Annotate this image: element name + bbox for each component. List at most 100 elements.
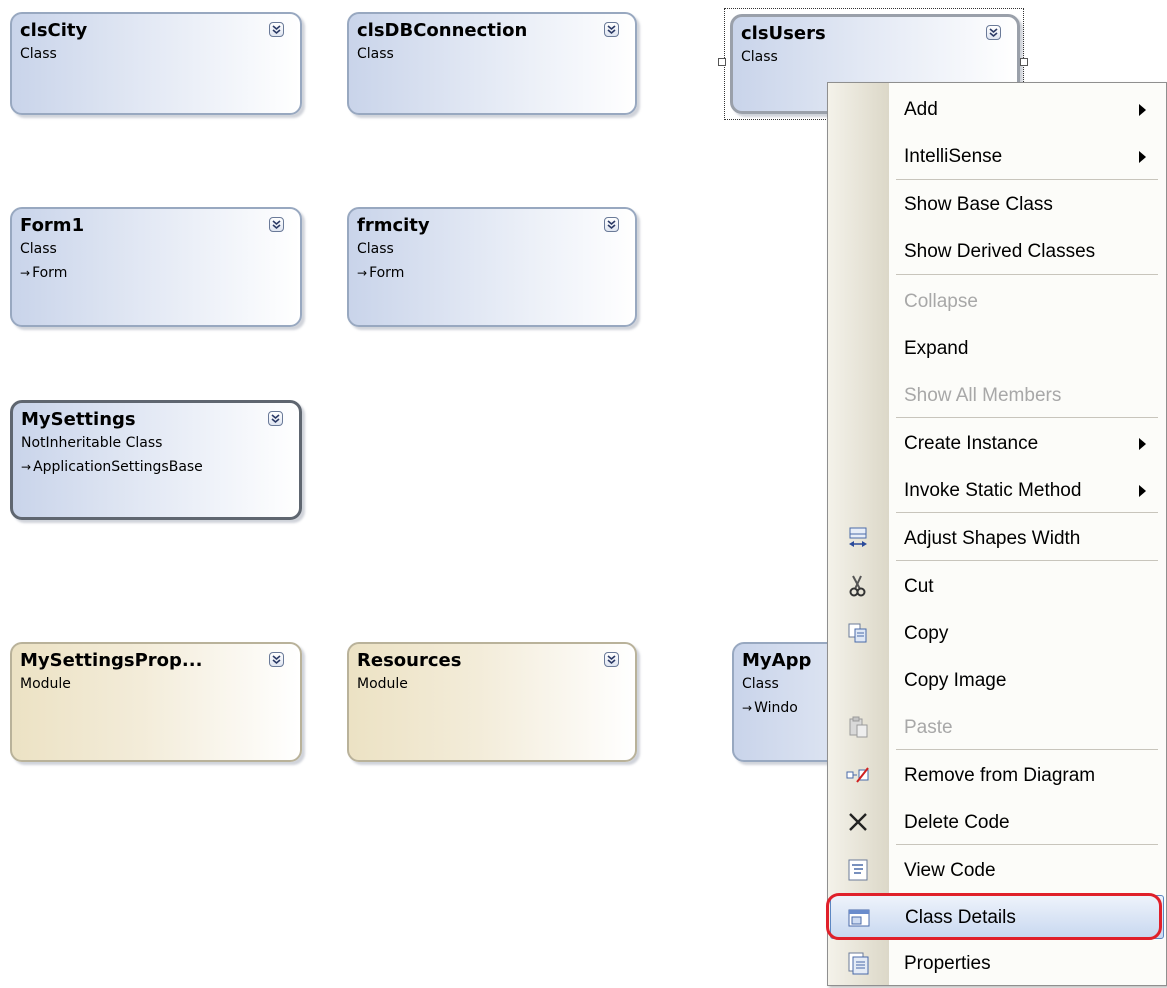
menu-item-label: Remove from Diagram: [904, 765, 1096, 786]
expand-chevron-icon[interactable]: [268, 411, 283, 426]
properties-icon: [846, 951, 870, 975]
menu-item-label: Adjust Shapes Width: [904, 528, 1081, 549]
class-diagram-canvas[interactable]: clsCity Class clsDBConnection Class clsU…: [0, 0, 1167, 988]
menu-item-label: Properties: [904, 953, 991, 974]
menu-separator: [896, 560, 1158, 561]
class-shape-frmcity[interactable]: frmcity Class → Form: [347, 207, 637, 327]
expand-chevron-icon[interactable]: [604, 217, 619, 232]
menu-item-remove-from-diagram[interactable]: Remove from Diagram: [828, 753, 1166, 797]
scissors-icon: [846, 574, 870, 598]
menu-item-intellisense[interactable]: IntelliSense: [828, 134, 1166, 178]
shape-name: MyApp: [742, 650, 812, 671]
expand-chevron-icon[interactable]: [269, 22, 284, 37]
menu-item-cut[interactable]: Cut: [828, 564, 1166, 608]
resize-handle-left[interactable]: [718, 58, 726, 66]
menu-item-paste[interactable]: Paste: [828, 705, 1166, 749]
menu-item-label: Copy Image: [904, 670, 1007, 691]
menu-item-create-instance[interactable]: Create Instance: [828, 421, 1166, 465]
delete-x-icon: [846, 810, 870, 834]
menu-item-add[interactable]: Add: [828, 87, 1166, 131]
class-details-highlight-ring: [826, 893, 1162, 940]
shape-name: clsCity: [20, 20, 88, 41]
inherits-arrow-icon: →: [357, 266, 368, 280]
menu-item-label: Add: [904, 99, 938, 120]
menu-separator: [896, 417, 1158, 418]
expand-chevron-icon[interactable]: [604, 22, 619, 37]
menu-separator: [896, 844, 1158, 845]
menu-item-label: Paste: [904, 717, 953, 738]
menu-separator: [896, 179, 1158, 180]
context-menu: Add IntelliSense Show Base Class Show De…: [827, 82, 1167, 986]
menu-item-show-all-members[interactable]: Show All Members: [828, 373, 1166, 417]
menu-item-collapse[interactable]: Collapse: [828, 279, 1166, 323]
menu-item-label: Show All Members: [904, 385, 1062, 406]
menu-item-label: Show Base Class: [904, 194, 1053, 215]
base-class-name: ApplicationSettingsBase: [33, 459, 203, 475]
class-shape-clsDBConnection[interactable]: clsDBConnection Class: [347, 12, 637, 115]
copy-icon: [846, 621, 870, 645]
menu-item-label: Invoke Static Method: [904, 480, 1082, 501]
menu-item-invoke-static-method[interactable]: Invoke Static Method: [828, 468, 1166, 512]
menu-item-copy-image[interactable]: Copy Image: [828, 658, 1166, 702]
menu-item-show-base-class[interactable]: Show Base Class: [828, 182, 1166, 226]
remove-from-diagram-icon: [846, 763, 870, 787]
submenu-arrow-icon: [1139, 485, 1146, 497]
shape-name: MySettings: [21, 409, 136, 430]
menu-item-label: Delete Code: [904, 812, 1010, 833]
menu-item-copy[interactable]: Copy: [828, 611, 1166, 655]
class-shape-clsCity[interactable]: clsCity Class: [10, 12, 302, 115]
shape-kind: Class: [357, 241, 394, 257]
menu-item-delete-code[interactable]: Delete Code: [828, 800, 1166, 844]
menu-item-label: Copy: [904, 623, 949, 644]
shape-name: MySettingsProp...: [20, 650, 203, 671]
shape-base-class: → Form: [20, 265, 67, 281]
shape-name: Resources: [357, 650, 462, 671]
base-class-name: Form: [32, 265, 68, 281]
menu-item-label: IntelliSense: [904, 146, 1003, 167]
menu-item-label: Expand: [904, 338, 969, 359]
expand-chevron-icon[interactable]: [269, 217, 284, 232]
submenu-arrow-icon: [1139, 151, 1146, 163]
shape-kind: Class: [742, 676, 779, 692]
shape-kind: Class: [357, 46, 394, 62]
base-class-name: Form: [369, 265, 405, 281]
expand-chevron-icon[interactable]: [604, 652, 619, 667]
shape-name: clsDBConnection: [357, 20, 528, 41]
menu-item-label: Create Instance: [904, 433, 1039, 454]
shape-kind: Class: [20, 241, 57, 257]
module-shape-Resources[interactable]: Resources Module: [347, 642, 637, 762]
shape-kind: Class: [20, 46, 57, 62]
shape-kind: Module: [357, 676, 408, 692]
menu-item-show-derived-classes[interactable]: Show Derived Classes: [828, 229, 1166, 273]
class-shape-Form1[interactable]: Form1 Class → Form: [10, 207, 302, 327]
menu-item-adjust-shapes-width[interactable]: Adjust Shapes Width: [828, 516, 1166, 560]
menu-separator: [896, 512, 1158, 513]
adjust-width-icon: [846, 526, 870, 550]
inherits-arrow-icon: →: [742, 701, 753, 715]
menu-item-label: View Code: [904, 860, 996, 881]
shape-name: frmcity: [357, 215, 430, 236]
menu-item-view-code[interactable]: View Code: [828, 848, 1166, 892]
submenu-arrow-icon: [1139, 438, 1146, 450]
base-class-name: Windo: [754, 700, 798, 716]
menu-separator: [896, 274, 1158, 275]
module-shape-MySettingsProperty[interactable]: MySettingsProp... Module: [10, 642, 302, 762]
shape-kind: Module: [20, 676, 71, 692]
inherits-arrow-icon: →: [20, 266, 31, 280]
menu-separator: [896, 749, 1158, 750]
shape-base-class: → ApplicationSettingsBase: [21, 459, 203, 475]
menu-item-properties[interactable]: Properties: [828, 941, 1166, 985]
menu-item-label: Collapse: [904, 291, 978, 312]
shape-name: Form1: [20, 215, 85, 236]
menu-item-label: Show Derived Classes: [904, 241, 1096, 262]
submenu-arrow-icon: [1139, 104, 1146, 116]
shape-kind: NotInheritable Class: [21, 435, 163, 451]
menu-item-label: Cut: [904, 576, 934, 597]
expand-chevron-icon[interactable]: [269, 652, 284, 667]
view-code-icon: [846, 858, 870, 882]
class-shape-MySettings[interactable]: MySettings NotInheritable Class → Applica…: [10, 400, 302, 520]
paste-icon: [846, 715, 870, 739]
inherits-arrow-icon: →: [21, 460, 32, 474]
resize-handle-right[interactable]: [1020, 58, 1028, 66]
menu-item-expand[interactable]: Expand: [828, 326, 1166, 370]
